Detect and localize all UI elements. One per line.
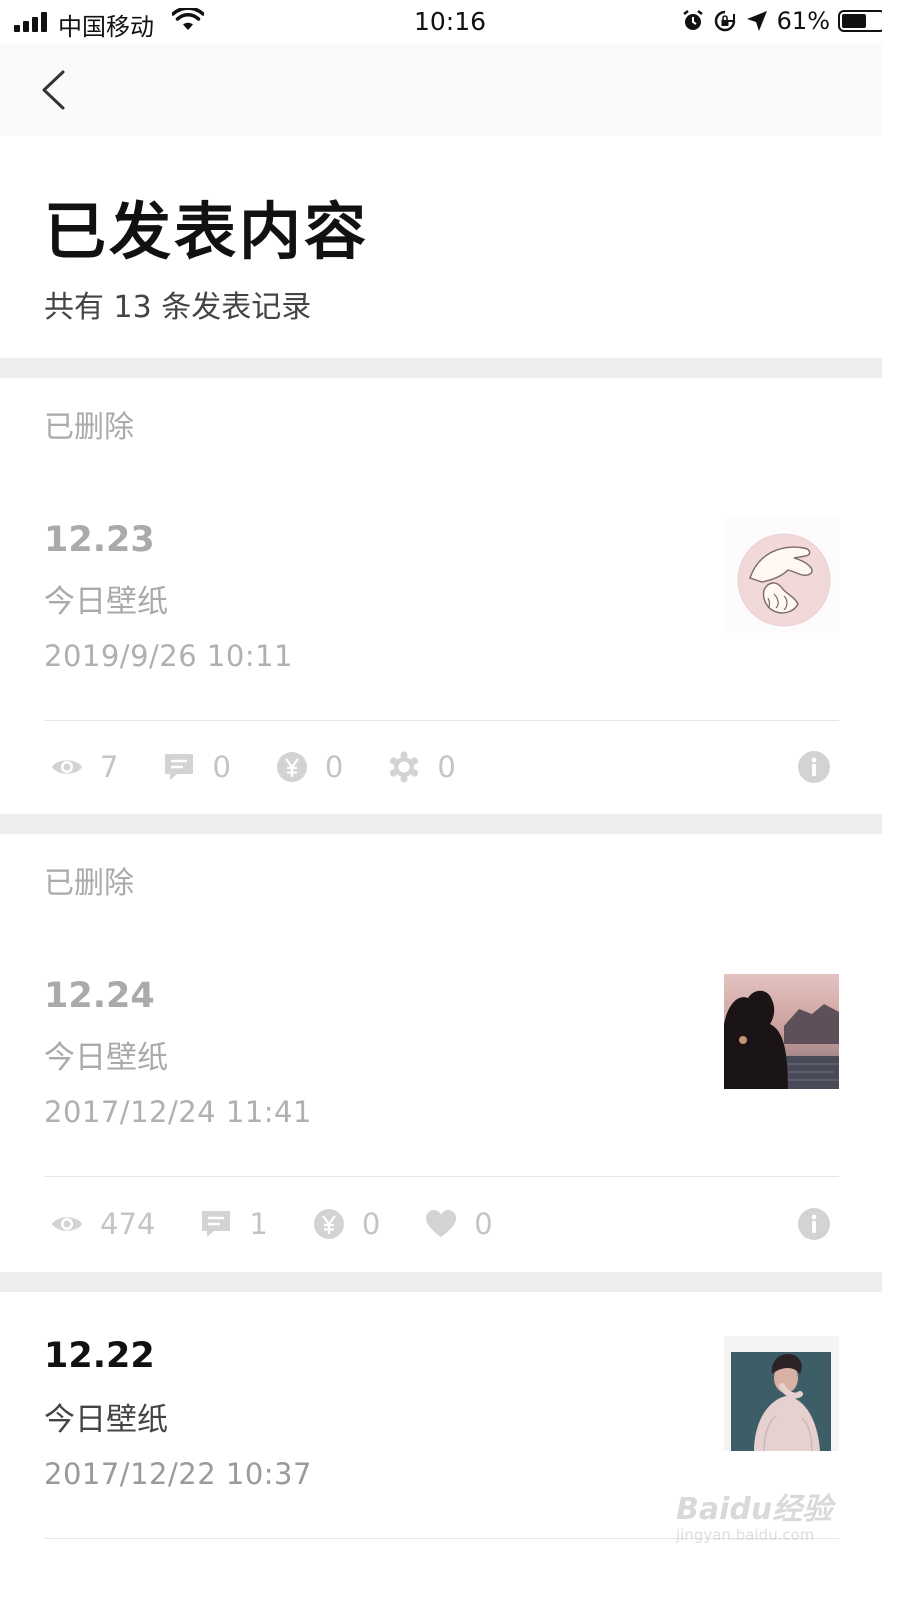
post-thumbnail[interactable] (724, 1336, 839, 1451)
post-card[interactable]: 12.22 今日壁纸 2017/12/22 10:37 (0, 1292, 882, 1600)
comments-count: 1 (249, 1207, 268, 1241)
post-stats: 474 1 0 0 (50, 1204, 537, 1244)
page: 中国移动 10:16 61% 已发表内容 共有 13 条发表记录 已删除 12.… (0, 0, 900, 1600)
comment-icon (202, 1211, 231, 1237)
alarm-icon (682, 10, 703, 30)
heart-icon (426, 1210, 457, 1237)
post-card[interactable]: 已删除 12.23 今日壁纸 2019/9/26 10:11 7 0 0 0 (0, 378, 882, 814)
comments-stat: 0 (162, 750, 231, 784)
post-date: 2019/9/26 10:11 (44, 639, 293, 673)
reward-stat: 0 (312, 1207, 380, 1241)
nav-bar (0, 44, 900, 136)
eye-icon (52, 760, 82, 774)
post-date: 2017/12/22 10:37 (44, 1457, 312, 1491)
section-gap (0, 1272, 882, 1292)
post-title: 12.24 (44, 976, 155, 1016)
comments-stat: 1 (199, 1207, 268, 1241)
post-card[interactable]: 已删除 12.24 今日壁纸 2017/12/24 11:41 474 1 0 … (0, 834, 882, 1272)
post-desc: 今日壁纸 (44, 1402, 168, 1438)
yuan-icon (313, 1209, 344, 1239)
info-icon[interactable] (797, 750, 831, 784)
views-stat: 7 (50, 750, 118, 784)
status-bar: 中国移动 10:16 61% (0, 0, 900, 44)
battery-icon (838, 10, 890, 32)
post-desc: 今日壁纸 (44, 1040, 168, 1076)
section-gap (0, 358, 882, 378)
info-icon[interactable] (797, 1207, 831, 1241)
post-status: 已删除 (44, 866, 134, 901)
back-button[interactable] (30, 62, 80, 118)
reward-stat: 0 (275, 750, 343, 784)
likes-count: 0 (437, 750, 456, 784)
card-divider (44, 1176, 839, 1177)
reward-count: 0 (324, 750, 344, 784)
views-count: 474 (100, 1207, 156, 1241)
page-subtitle: 共有 13 条发表记录 (44, 290, 312, 325)
status-right-group: 61% (681, 6, 890, 36)
watermark-main: Baidu经验 (676, 1492, 833, 1527)
post-thumbnail[interactable] (724, 974, 839, 1089)
reward-count: 0 (361, 1207, 381, 1241)
post-status: 已删除 (44, 410, 134, 445)
comment-icon (165, 754, 194, 780)
post-date: 2017/12/24 11:41 (44, 1095, 312, 1129)
post-thumbnail[interactable] (724, 518, 839, 633)
likes-stat: 0 (387, 750, 456, 784)
post-desc: 今日壁纸 (44, 584, 168, 620)
page-title: 已发表内容 (44, 195, 370, 268)
rotation-lock-icon (714, 10, 735, 32)
location-arrow-icon (746, 11, 767, 31)
right-edge (882, 0, 900, 1600)
post-title: 12.23 (44, 520, 155, 560)
post-stats: 7 0 0 0 (50, 747, 500, 787)
card-divider (44, 720, 839, 721)
comments-count: 0 (212, 750, 231, 784)
likes-count: 0 (474, 1207, 493, 1241)
gear-icon (390, 751, 419, 783)
eye-icon (52, 1217, 82, 1231)
views-stat: 474 (50, 1207, 155, 1241)
views-count: 7 (100, 750, 119, 784)
watermark-sub: jingyan.baidu.com (676, 1526, 815, 1544)
watermark: Baidu经验 jingyan.baidu.com (676, 1470, 841, 1550)
section-gap (0, 814, 882, 834)
battery-fill (842, 14, 866, 28)
yuan-icon (276, 752, 307, 782)
post-title: 12.22 (44, 1336, 155, 1376)
likes-stat: 0 (424, 1207, 493, 1241)
battery-percent: 61% (776, 7, 830, 35)
